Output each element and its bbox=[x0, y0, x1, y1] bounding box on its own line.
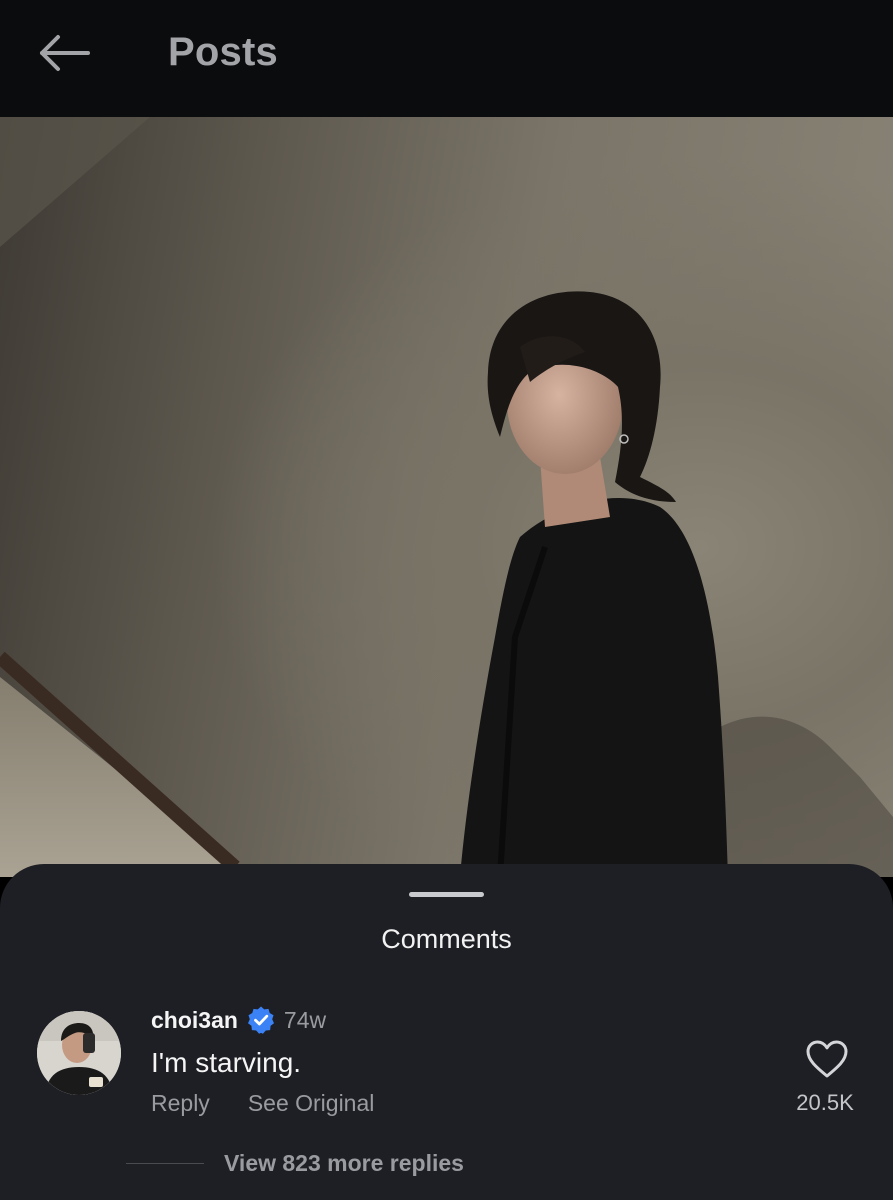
heart-icon bbox=[804, 1040, 850, 1083]
app-root: Posts Comments choi3an 74w I'm starving.… bbox=[0, 0, 893, 1200]
view-replies-row: View 823 more replies bbox=[126, 1150, 464, 1177]
back-button[interactable] bbox=[32, 28, 96, 82]
post-image[interactable] bbox=[0, 117, 893, 877]
replies-divider bbox=[126, 1163, 204, 1164]
comments-sheet: Comments choi3an 74w I'm starving. Reply… bbox=[0, 864, 893, 1200]
comment-header: choi3an 74w bbox=[151, 1004, 326, 1036]
drag-handle[interactable] bbox=[409, 892, 484, 897]
comment-timestamp: 74w bbox=[283, 1006, 327, 1033]
comment-actions: Reply See Original bbox=[151, 1090, 374, 1117]
verified-badge-icon bbox=[246, 1005, 276, 1035]
like-count: 20.5K bbox=[796, 1090, 854, 1115]
avatar[interactable] bbox=[37, 1011, 121, 1095]
comments-title: Comments bbox=[381, 924, 512, 954]
reply-button[interactable]: Reply bbox=[151, 1090, 210, 1117]
like-button[interactable] bbox=[804, 1039, 850, 1079]
comment-text: I'm starving. bbox=[151, 1047, 302, 1078]
view-replies-button[interactable]: View 823 more replies bbox=[224, 1150, 464, 1177]
arrow-left-icon bbox=[36, 33, 92, 78]
top-bar: Posts bbox=[0, 0, 893, 117]
see-original-button[interactable]: See Original bbox=[248, 1090, 375, 1117]
page-title: Posts bbox=[168, 30, 278, 74]
comment-username[interactable]: choi3an bbox=[151, 1007, 238, 1034]
